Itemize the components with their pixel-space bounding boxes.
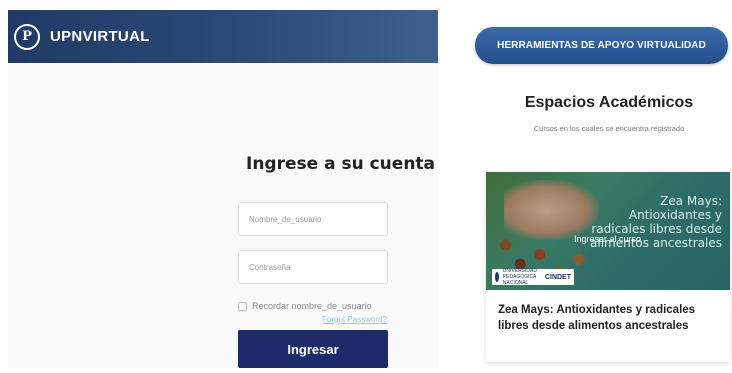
remember-row[interactable]: Recordar nombre_de_usuario — [238, 301, 372, 311]
remember-label: Recordar nombre_de_usuario — [252, 301, 372, 311]
top-bar: P UPNVIRTUAL — [8, 10, 438, 63]
login-title: Ingrese a su cuenta — [246, 154, 436, 174]
username-input[interactable] — [238, 202, 388, 236]
academic-spaces-title: Espacios Académicos — [524, 94, 694, 111]
tools-button[interactable]: HERRAMIENTAS DE APOYO VIRTUALIDAD — [475, 27, 728, 64]
remember-checkbox[interactable] — [238, 301, 247, 311]
course-card[interactable]: Zea Mays: Antioxidantes y radicales libr… — [486, 172, 730, 362]
academic-spaces-subtitle: Cursos en los cuales se encuentra regist… — [533, 124, 685, 133]
enter-course-link[interactable]: Ingresar al curso — [574, 234, 641, 244]
upn-logo-icon[interactable]: P — [14, 23, 40, 50]
institution-logos: UNIVERSIDAD PEDAGÓGICA NACIONAL CINDET — [492, 268, 574, 286]
password-input[interactable] — [238, 250, 388, 284]
forgot-password-link[interactable]: Forgot Password? — [322, 315, 387, 324]
course-title[interactable]: Zea Mays: Antioxidantes y radicales libr… — [498, 302, 722, 334]
logo-letter: P — [22, 29, 32, 44]
brand-name[interactable]: UPNVIRTUAL — [50, 28, 150, 45]
upn-small-logo-icon — [495, 272, 499, 282]
cindet-logo: CINDET — [544, 273, 571, 281]
upn-small-logo-text: UNIVERSIDAD PEDAGÓGICA NACIONAL — [502, 268, 537, 286]
course-image[interactable]: Zea Mays: Antioxidantes y radicales libr… — [486, 172, 730, 290]
login-panel: P UPNVIRTUAL Ingrese a su cuenta Recorda… — [8, 10, 438, 368]
login-button[interactable]: Ingresar — [238, 330, 388, 368]
